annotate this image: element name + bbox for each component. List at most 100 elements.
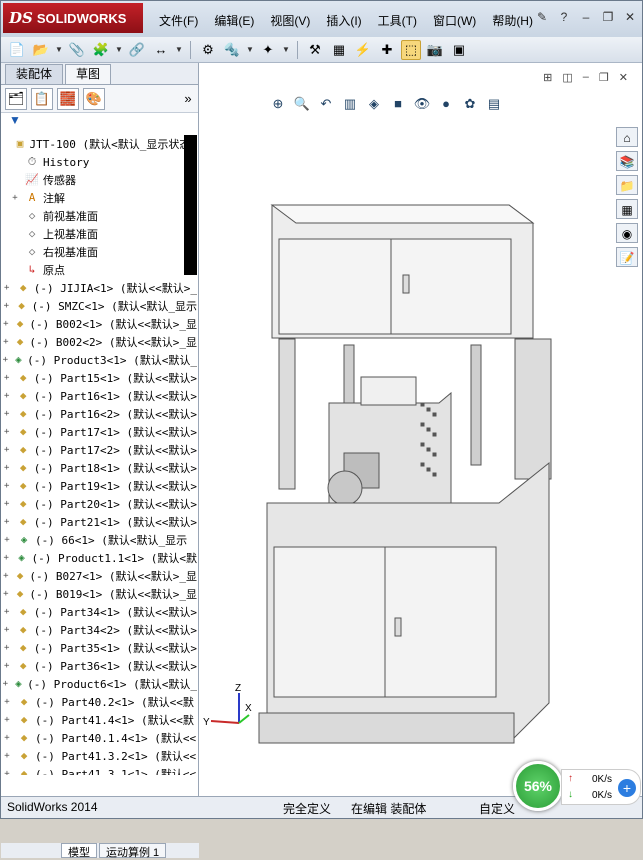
paperclip-icon[interactable]: 📎 <box>67 40 87 60</box>
status-custom[interactable]: 自定义 <box>479 800 515 817</box>
configuration-icon[interactable]: 🧱 <box>57 87 79 110</box>
expand-panel-icon[interactable]: » <box>178 89 198 109</box>
expand-icon[interactable]: + <box>1 535 13 545</box>
tree-item[interactable]: + ◆ (-) Part41.3.2<1> (默认<< <box>1 747 197 765</box>
interference-icon[interactable]: ⚡ <box>353 40 373 60</box>
graphics-area[interactable]: ⊞ ◫ – ❐ ✕ ⊕ 🔍 ↶ ▥ ◈ ■ 👁 ● ✿ ▤ ⌂ 📚 📁 ▦ ◉ … <box>199 63 642 796</box>
expand-icon[interactable]: + <box>1 625 12 635</box>
tree-item[interactable]: ▣ JTT-100 (默认<默认_显示状态- <box>1 135 197 153</box>
tree-item[interactable]: + ◆ (-) B002<2> (默认<<默认>_显 <box>1 333 197 351</box>
tree-item[interactable]: ⏱ History <box>1 153 197 171</box>
tree-item[interactable]: + ◆ (-) Part19<1> (默认<<默认> <box>1 477 197 495</box>
tree-item[interactable]: + ◈ (-) Product1.1<1> (默认<默 <box>1 549 197 567</box>
chevron-down-icon[interactable]: ▼ <box>246 40 254 60</box>
tree-item[interactable]: ◇ 右视基准面 <box>1 243 197 261</box>
tree-item[interactable]: + ◆ (-) Part21<1> (默认<<默认> <box>1 513 197 531</box>
close-icon[interactable]: ✕ <box>622 9 638 25</box>
feature-tree-icon[interactable]: 🗂 <box>5 87 27 110</box>
expand-icon[interactable]: + <box>9 193 21 203</box>
tree-item[interactable]: + ◆ (-) Part20<1> (默认<<默认> <box>1 495 197 513</box>
expand-icon[interactable]: + <box>1 607 12 617</box>
expand-icon[interactable]: + <box>1 751 13 761</box>
tree-item[interactable]: + ◈ (-) Product6<1> (默认<默认_ <box>1 675 197 693</box>
tree-item[interactable]: + ◆ (-) Part15<1> (默认<<默认> <box>1 369 197 387</box>
tree-item[interactable]: 📈 传感器 <box>1 171 197 189</box>
tree-item[interactable]: + ◆ (-) Part40.2<1> (默认<<默 <box>1 693 197 711</box>
instant3d-icon[interactable]: ✚ <box>377 40 397 60</box>
performance-gauge[interactable]: 56% <box>513 761 563 811</box>
help-icon[interactable]: ? <box>556 9 572 25</box>
tab-sketch[interactable]: 草图 <box>65 64 112 84</box>
snapshot-icon[interactable]: 📷 <box>425 40 445 60</box>
tab-assembly[interactable]: 装配体 <box>5 64 64 84</box>
assembly-features-icon[interactable]: 🔩 <box>222 40 242 60</box>
expand-icon[interactable]: + <box>1 571 11 581</box>
expand-icon[interactable]: + <box>1 463 12 473</box>
plus-icon[interactable]: + <box>618 779 636 797</box>
speedpak-icon[interactable]: ⬚ <box>401 39 421 60</box>
tree-item[interactable]: + ◆ (-) SMZC<1> (默认<默认_显示 <box>1 297 197 315</box>
expand-icon[interactable]: + <box>1 355 10 365</box>
menu-window[interactable]: 窗口(W) <box>425 12 484 29</box>
expand-icon[interactable]: + <box>1 337 11 347</box>
smart-fastener-icon[interactable]: ⚙ <box>198 40 218 60</box>
expand-icon[interactable]: + <box>1 697 13 707</box>
expand-icon[interactable]: + <box>1 373 12 383</box>
menu-view[interactable]: 视图(V) <box>262 12 318 29</box>
pin-icon[interactable]: ✎ <box>534 9 550 25</box>
tree-item[interactable]: + ◆ (-) Part40.1.4<1> (默认<< <box>1 729 197 747</box>
tree-scrollbar[interactable] <box>184 135 197 275</box>
expand-icon[interactable]: + <box>1 481 12 491</box>
tree-item[interactable]: + ◆ (-) Part41.4<1> (默认<<默 <box>1 711 197 729</box>
expand-icon[interactable]: + <box>1 319 11 329</box>
filter-icon[interactable]: ▼ <box>1 113 198 131</box>
exploded-view-icon[interactable]: ▦ <box>329 40 349 60</box>
expand-icon[interactable]: + <box>1 517 12 527</box>
expand-icon[interactable]: + <box>1 427 12 437</box>
menu-insert[interactable]: 插入(I) <box>318 12 369 29</box>
expand-icon[interactable]: + <box>1 445 12 455</box>
tree-item[interactable]: + ◈ (-) Product3<1> (默认<默认_ <box>1 351 197 369</box>
tree-item[interactable]: + A 注解 <box>1 189 197 207</box>
expand-icon[interactable]: + <box>1 589 11 599</box>
chevron-down-icon[interactable]: ▼ <box>175 40 183 60</box>
tree-item[interactable]: ↳ 原点 <box>1 261 197 279</box>
expand-icon[interactable]: + <box>1 769 13 775</box>
move-component-icon[interactable]: ↔ <box>151 40 171 60</box>
expand-icon[interactable]: + <box>1 661 12 671</box>
menu-tools[interactable]: 工具(T) <box>370 12 425 29</box>
tree-item[interactable]: + ◆ (-) JIJIA<1> (默认<<默认>_ <box>1 279 197 297</box>
expand-icon[interactable]: + <box>1 715 13 725</box>
menu-file[interactable]: 文件(F) <box>151 12 206 29</box>
expand-icon[interactable]: + <box>1 391 12 401</box>
minimize-icon[interactable]: – <box>578 9 594 25</box>
tree-item[interactable]: + ◆ (-) Part35<1> (默认<<默认> <box>1 639 197 657</box>
new-icon[interactable]: 📄 <box>7 40 27 60</box>
large-design-icon[interactable]: ▣ <box>449 40 469 60</box>
tab-motion-study[interactable]: 运动算例 1 <box>99 843 167 859</box>
appearance-icon[interactable]: 🎨 <box>83 87 105 110</box>
expand-icon[interactable]: + <box>1 553 12 563</box>
model-viewport[interactable]: Z Y X <box>199 63 642 796</box>
tree-item[interactable]: + ◆ (-) B027<1> (默认<<默认>_显 <box>1 567 197 585</box>
tree-item[interactable]: + ◈ (-) 66<1> (默认<默认_显示 <box>1 531 197 549</box>
expand-icon[interactable]: + <box>1 733 13 743</box>
tree-item[interactable]: + ◆ (-) Part41.3.1<1> (默认<< <box>1 765 197 775</box>
expand-icon[interactable]: + <box>1 499 12 509</box>
tree-item[interactable]: + ◆ (-) B002<1> (默认<<默认>_显 <box>1 315 197 333</box>
expand-icon[interactable]: + <box>1 409 12 419</box>
expand-icon[interactable]: + <box>1 283 12 293</box>
tab-model[interactable]: 模型 <box>61 843 97 859</box>
mate-icon[interactable]: 🔗 <box>127 40 147 60</box>
restore-icon[interactable]: ❐ <box>600 9 616 25</box>
insert-component-icon[interactable]: 🧩 <box>91 40 111 60</box>
chevron-down-icon[interactable]: ▼ <box>55 40 63 60</box>
tree-item[interactable]: + ◆ (-) Part17<2> (默认<<默认> <box>1 441 197 459</box>
expand-icon[interactable]: + <box>1 679 10 689</box>
tree-item[interactable]: ◇ 上视基准面 <box>1 225 197 243</box>
tree-item[interactable]: + ◆ (-) Part34<2> (默认<<默认> <box>1 621 197 639</box>
menu-edit[interactable]: 编辑(E) <box>206 12 262 29</box>
rebuild-icon[interactable]: ⚒ <box>305 40 325 60</box>
property-manager-icon[interactable]: 📋 <box>31 87 53 110</box>
tree-item[interactable]: ◇ 前视基准面 <box>1 207 197 225</box>
